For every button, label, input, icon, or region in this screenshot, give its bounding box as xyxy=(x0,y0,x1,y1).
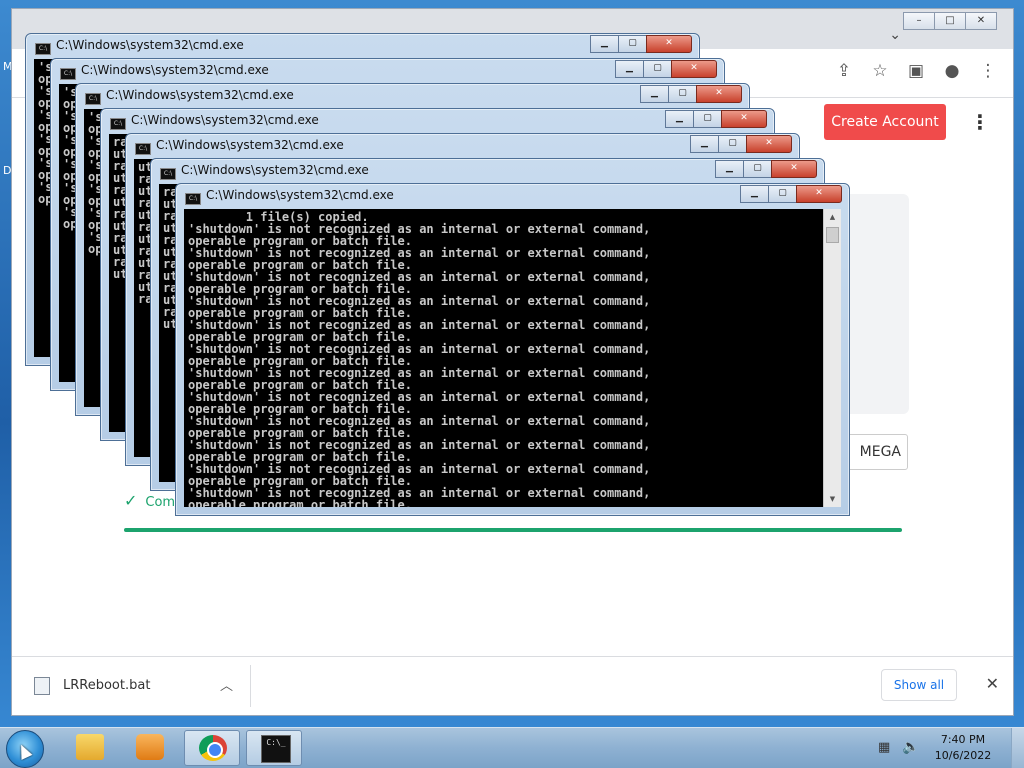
sidebar-icon[interactable]: ▣ xyxy=(905,61,927,81)
maximize-button[interactable]: ▢ xyxy=(718,135,747,153)
minimize-button[interactable]: ▁ xyxy=(615,60,644,78)
taskbar-chrome[interactable] xyxy=(184,730,240,766)
maximize-button[interactable]: □ xyxy=(934,12,966,30)
download-filename[interactable]: LRReboot.bat xyxy=(63,678,150,693)
show-all-button[interactable]: Show all xyxy=(881,669,957,701)
close-button[interactable]: ✕ xyxy=(796,185,842,203)
profile-icon[interactable]: ● xyxy=(941,61,963,81)
cmd-title: C:\ C:\Windows\system32\cmd.exe xyxy=(135,138,344,156)
menu-icon[interactable]: ⋮ xyxy=(977,61,999,81)
console-line: operable program or batch file. xyxy=(188,498,412,507)
cmd-title-text: C:\Windows\system32\cmd.exe xyxy=(81,63,269,77)
maximize-button[interactable]: ▢ xyxy=(643,60,672,78)
tab-search-icon[interactable]: ⌄ xyxy=(889,27,901,43)
taskbar-media-player[interactable] xyxy=(122,730,178,766)
minimize-button[interactable]: – xyxy=(903,12,935,30)
cmd-icon: C:\ xyxy=(160,168,176,180)
create-account-button[interactable]: Create Account xyxy=(824,104,946,140)
cmd-window-controls: ▁ ▢ ✕ xyxy=(740,185,842,203)
cmd-title: C:\ C:\Windows\system32\cmd.exe xyxy=(160,163,369,181)
cmd-window-controls: ▁ ▢ ✕ xyxy=(665,110,767,128)
chevron-up-icon[interactable]: ︿ xyxy=(220,675,233,694)
cmd-window-controls: ▁ ▢ ✕ xyxy=(590,35,692,53)
cmd-title-text: C:\Windows\system32\cmd.exe xyxy=(181,163,369,177)
close-button[interactable]: ✕ xyxy=(965,12,997,30)
maximize-button[interactable]: ▢ xyxy=(668,85,697,103)
console-output[interactable]: 1 file(s) copied.'shutdown' is not recog… xyxy=(184,209,841,507)
minimize-button[interactable]: ▁ xyxy=(640,85,669,103)
clock[interactable]: 7:40 PM 10/6/2022 xyxy=(928,732,998,764)
network-icon[interactable]: ▦ xyxy=(878,740,890,755)
cmd-title: C:\ C:\Windows\system32\cmd.exe xyxy=(35,38,244,56)
download-shelf: LRReboot.bat ︿ Show all ✕ xyxy=(12,656,1013,715)
cmd-window-controls: ▁ ▢ ✕ xyxy=(615,60,717,78)
minimize-button[interactable]: ▁ xyxy=(665,110,694,128)
close-button[interactable]: ✕ xyxy=(696,85,742,103)
clock-date: 10/6/2022 xyxy=(934,749,992,762)
cmd-title-text: C:\Windows\system32\cmd.exe xyxy=(106,88,294,102)
cmd-title-text: C:\Windows\system32\cmd.exe xyxy=(156,138,344,152)
cmd-title-text: C:\Windows\system32\cmd.exe xyxy=(206,188,394,202)
scroll-up-icon[interactable]: ▲ xyxy=(824,209,841,225)
cmd-icon: C:\ xyxy=(85,93,101,105)
cmd-title: C:\ C:\Windows\system32\cmd.exe xyxy=(185,188,394,206)
cmd-title-text: C:\Windows\system32\cmd.exe xyxy=(56,38,244,52)
folder-icon xyxy=(76,734,104,760)
show-desktop-button[interactable] xyxy=(1011,728,1024,768)
maximize-button[interactable]: ▢ xyxy=(693,110,722,128)
cmd-icon: C:\ xyxy=(35,43,51,55)
maximize-button[interactable]: ▢ xyxy=(743,160,772,178)
close-button[interactable]: ✕ xyxy=(646,35,692,53)
star-icon[interactable]: ☆ xyxy=(869,61,891,81)
cmd-window-controls: ▁ ▢ ✕ xyxy=(715,160,817,178)
media-player-icon xyxy=(136,734,164,760)
close-icon[interactable]: ✕ xyxy=(986,674,999,693)
clock-time: 7:40 PM xyxy=(940,733,986,746)
taskbar: C:\_ ▦ 🔈 7:40 PM 10/6/2022 xyxy=(0,727,1024,768)
close-button[interactable]: ✕ xyxy=(671,60,717,78)
completed-text: Com xyxy=(145,495,176,510)
system-tray: ▦ 🔈 7:40 PM 10/6/2022 xyxy=(874,728,1024,768)
divider xyxy=(250,665,251,707)
cmd-icon: C:\ xyxy=(185,193,201,205)
close-button[interactable]: ✕ xyxy=(771,160,817,178)
cmd-window-controls: ▁ ▢ ✕ xyxy=(690,135,792,153)
cmd-window[interactable]: C:\ C:\Windows\system32\cmd.exe ▁ ▢ ✕ 1 file… xyxy=(175,183,850,516)
minimize-button[interactable]: ▁ xyxy=(740,185,769,203)
window-controls: – □ ✕ xyxy=(903,12,997,30)
minimize-button[interactable]: ▁ xyxy=(690,135,719,153)
volume-icon[interactable]: 🔈 xyxy=(902,739,919,755)
progress-bar xyxy=(124,528,902,532)
cmd-icon: C:\ xyxy=(60,68,76,80)
taskbar-file-explorer[interactable] xyxy=(62,730,118,766)
minimize-button[interactable]: ▁ xyxy=(715,160,744,178)
close-button[interactable]: ✕ xyxy=(746,135,792,153)
maximize-button[interactable]: ▢ xyxy=(768,185,797,203)
chrome-icon xyxy=(199,735,227,761)
share-icon[interactable]: ⇪ xyxy=(833,61,855,81)
file-icon xyxy=(34,677,50,695)
mega-button[interactable]: MEGA xyxy=(842,434,908,470)
cmd-window-controls: ▁ ▢ ✕ xyxy=(640,85,742,103)
checkmark-icon: ✓ xyxy=(124,491,138,510)
taskbar-command-prompt[interactable]: C:\_ xyxy=(246,730,302,766)
terminal-icon: C:\_ xyxy=(261,735,291,763)
cmd-title: C:\ C:\Windows\system32\cmd.exe xyxy=(110,113,319,131)
cmd-icon: C:\ xyxy=(135,143,151,155)
maximize-button[interactable]: ▢ xyxy=(618,35,647,53)
cmd-title-text: C:\Windows\system32\cmd.exe xyxy=(131,113,319,127)
cmd-icon: C:\ xyxy=(110,118,126,130)
scroll-down-icon[interactable]: ▼ xyxy=(824,491,841,507)
close-button[interactable]: ✕ xyxy=(721,110,767,128)
scrollbar[interactable]: ▲▼ xyxy=(823,209,841,507)
scroll-thumb[interactable] xyxy=(826,227,839,243)
cmd-title: C:\ C:\Windows\system32\cmd.exe xyxy=(60,63,269,81)
completed-row: ✓ Com xyxy=(124,491,175,510)
console-text: 1 file(s) copied.'shutdown' is not recog… xyxy=(188,211,821,507)
minimize-button[interactable]: ▁ xyxy=(590,35,619,53)
cmd-title: C:\ C:\Windows\system32\cmd.exe xyxy=(85,88,294,106)
page-menu-icon[interactable]: ⋮ xyxy=(970,110,990,134)
